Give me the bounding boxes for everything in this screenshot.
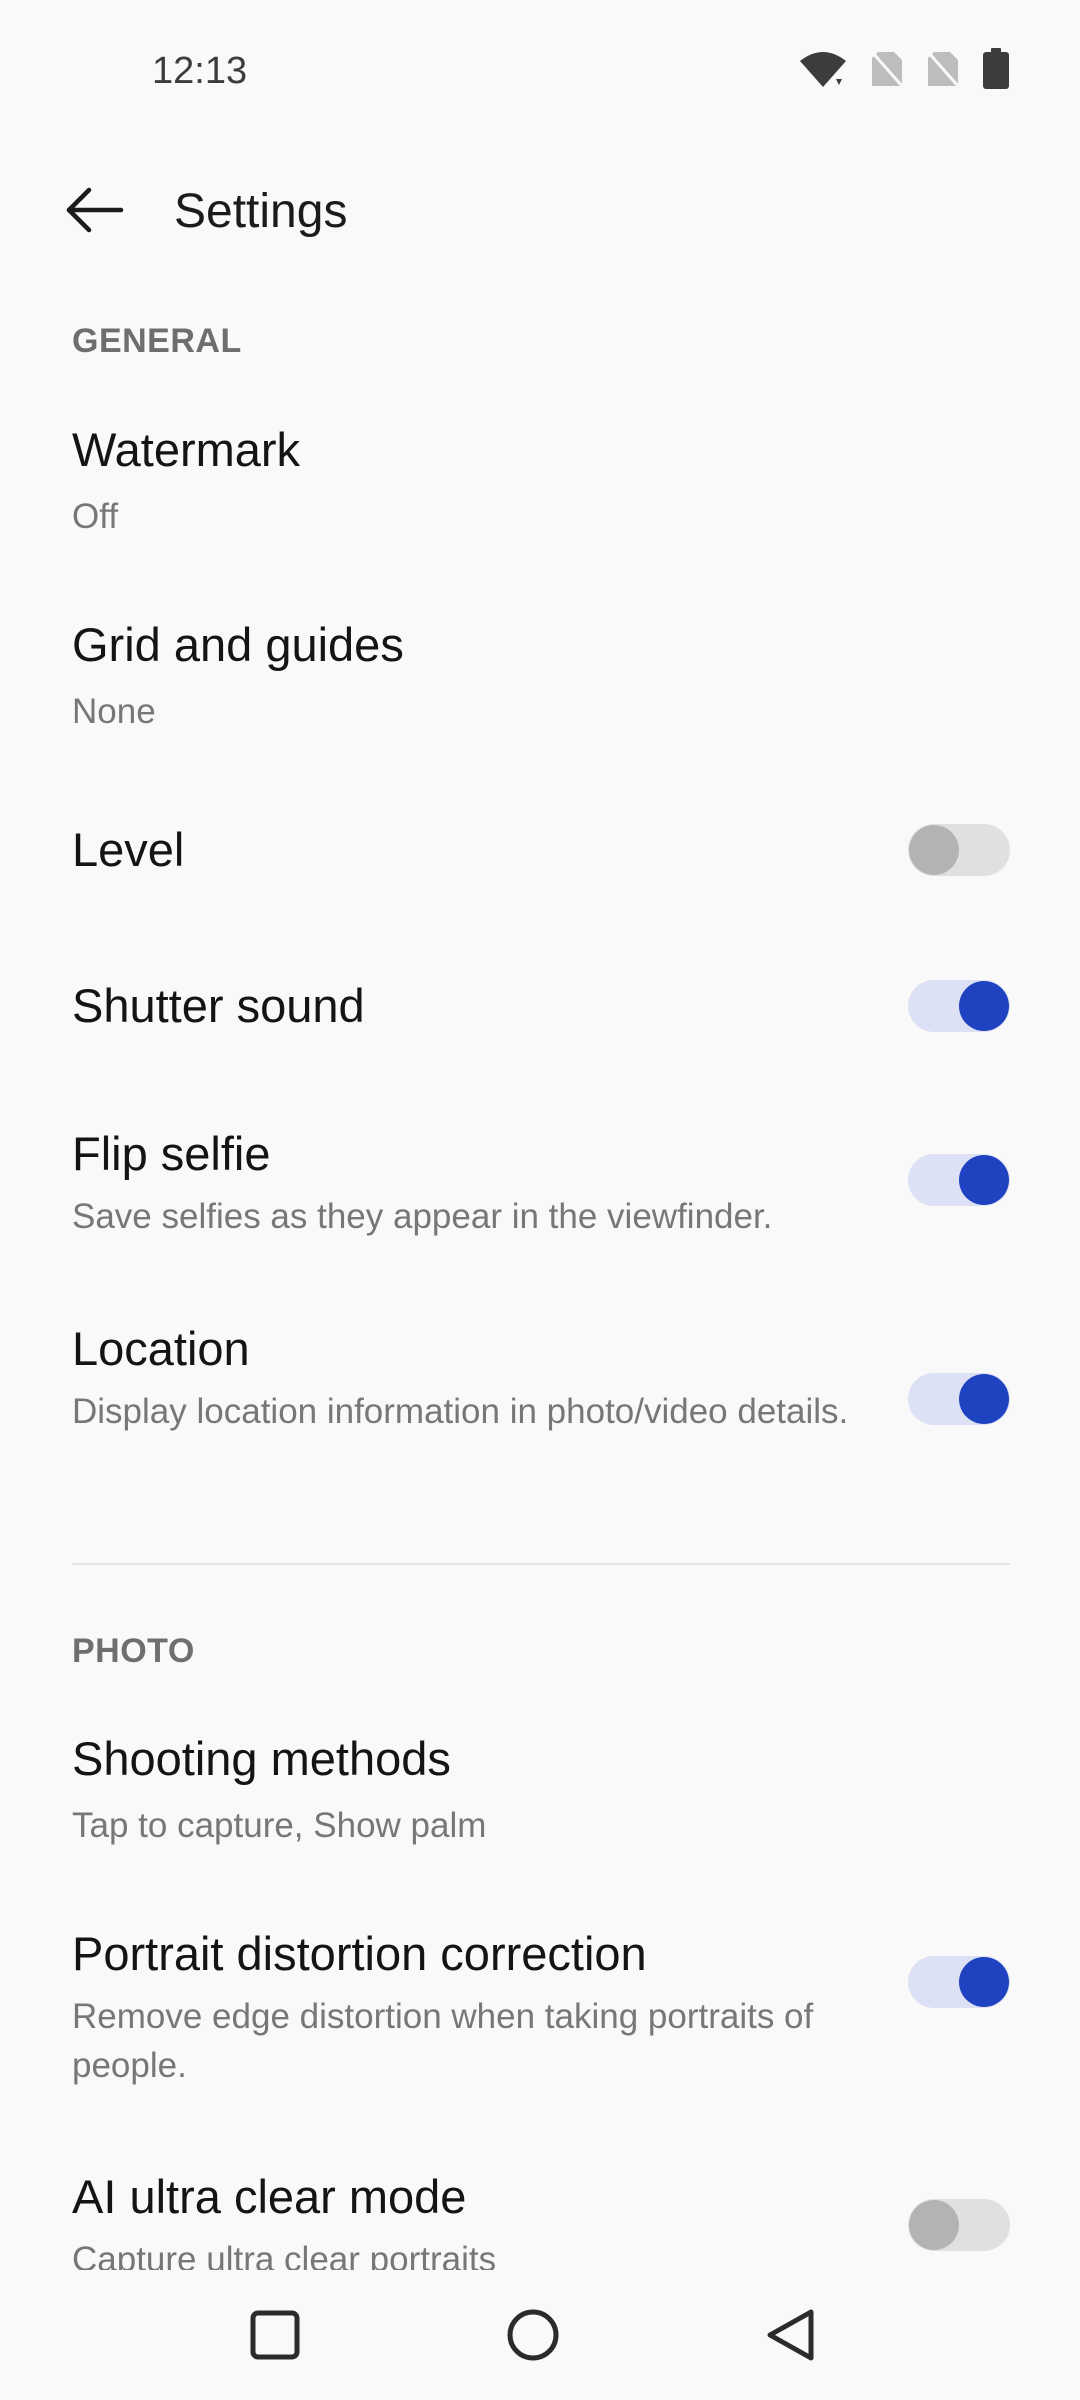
level-toggle[interactable]	[908, 824, 1010, 876]
setting-value: None	[72, 692, 156, 731]
setting-watermark[interactable]: Watermark Off	[0, 422, 1080, 612]
section-header-general: GENERAL	[72, 322, 242, 360]
home-button[interactable]	[498, 2302, 568, 2372]
setting-subtitle: Remove edge distortion when taking portr…	[72, 1997, 814, 2085]
section-divider	[72, 1563, 1010, 1565]
no-sim-icon	[870, 50, 904, 88]
setting-title: Flip selfie	[72, 1127, 271, 1180]
page-title: Settings	[174, 185, 348, 238]
setting-title: AI ultra clear mode	[72, 2170, 467, 2223]
setting-title: Grid and guides	[72, 618, 404, 671]
navigation-bar	[0, 2270, 1080, 2400]
settings-list[interactable]: GENERAL Watermark Off Grid and guides No…	[0, 300, 1080, 2270]
nav-back-button[interactable]	[756, 2302, 826, 2372]
toggle-thumb	[959, 1155, 1009, 1205]
setting-title: Watermark	[72, 423, 301, 476]
setting-shooting-methods[interactable]: Shooting methods Tap to capture, Show pa…	[0, 1731, 1080, 1921]
setting-title: Shooting methods	[72, 1732, 451, 1785]
no-sim-icon	[926, 50, 960, 88]
setting-title: Level	[72, 823, 185, 876]
recents-button[interactable]	[240, 2302, 310, 2372]
toggle-thumb	[959, 981, 1009, 1031]
setting-ai-ultra-clear-mode[interactable]: AI ultra clear mode Capture ultra clear …	[0, 2169, 1080, 2270]
arrow-back-icon	[65, 187, 125, 238]
toggle-thumb	[959, 1374, 1009, 1424]
setting-location[interactable]: Location Display location information in…	[0, 1321, 1080, 1521]
toggle-thumb	[959, 1957, 1009, 2007]
setting-grid-and-guides[interactable]: Grid and guides None	[0, 617, 1080, 807]
toggle-thumb	[909, 2200, 959, 2250]
app-bar: Settings	[0, 150, 1080, 274]
status-icons	[798, 48, 1010, 90]
setting-title: Location	[72, 1322, 250, 1375]
wifi-icon	[798, 49, 848, 89]
battery-icon	[982, 48, 1010, 90]
setting-value: Off	[72, 497, 119, 536]
setting-title: Portrait distortion correction	[72, 1927, 647, 1980]
setting-portrait-distortion-correction[interactable]: Portrait distortion correction Remove ed…	[0, 1926, 1080, 2136]
back-triangle-icon	[763, 2307, 819, 2368]
back-button[interactable]	[52, 176, 138, 248]
setting-subtitle: Save selfies as they appear in the viewf…	[72, 1197, 773, 1236]
home-circle-icon	[505, 2307, 561, 2368]
setting-shutter-sound[interactable]: Shutter sound	[0, 978, 1080, 1118]
status-time: 12:13	[152, 50, 248, 92]
settings-screen: 12:13 Settings GENERAL Watermark Off Gri…	[0, 0, 1080, 2400]
setting-subtitle: Capture ultra clear portraits	[72, 2240, 497, 2270]
setting-level[interactable]: Level	[0, 822, 1080, 962]
status-bar: 12:13	[0, 0, 1080, 140]
section-header-photo: PHOTO	[72, 1632, 195, 1670]
location-toggle[interactable]	[908, 1373, 1010, 1425]
setting-subtitle: Display location information in photo/vi…	[72, 1392, 849, 1431]
ai-ultra-clear-toggle[interactable]	[908, 2199, 1010, 2251]
setting-flip-selfie[interactable]: Flip selfie Save selfies as they appear …	[0, 1126, 1080, 1306]
flip-selfie-toggle[interactable]	[908, 1154, 1010, 1206]
portrait-correction-toggle[interactable]	[908, 1956, 1010, 2008]
shutter-sound-toggle[interactable]	[908, 980, 1010, 1032]
setting-value: Tap to capture, Show palm	[72, 1806, 487, 1845]
setting-title: Shutter sound	[72, 979, 365, 1032]
toggle-thumb	[909, 825, 959, 875]
recents-square-icon	[249, 2309, 301, 2366]
